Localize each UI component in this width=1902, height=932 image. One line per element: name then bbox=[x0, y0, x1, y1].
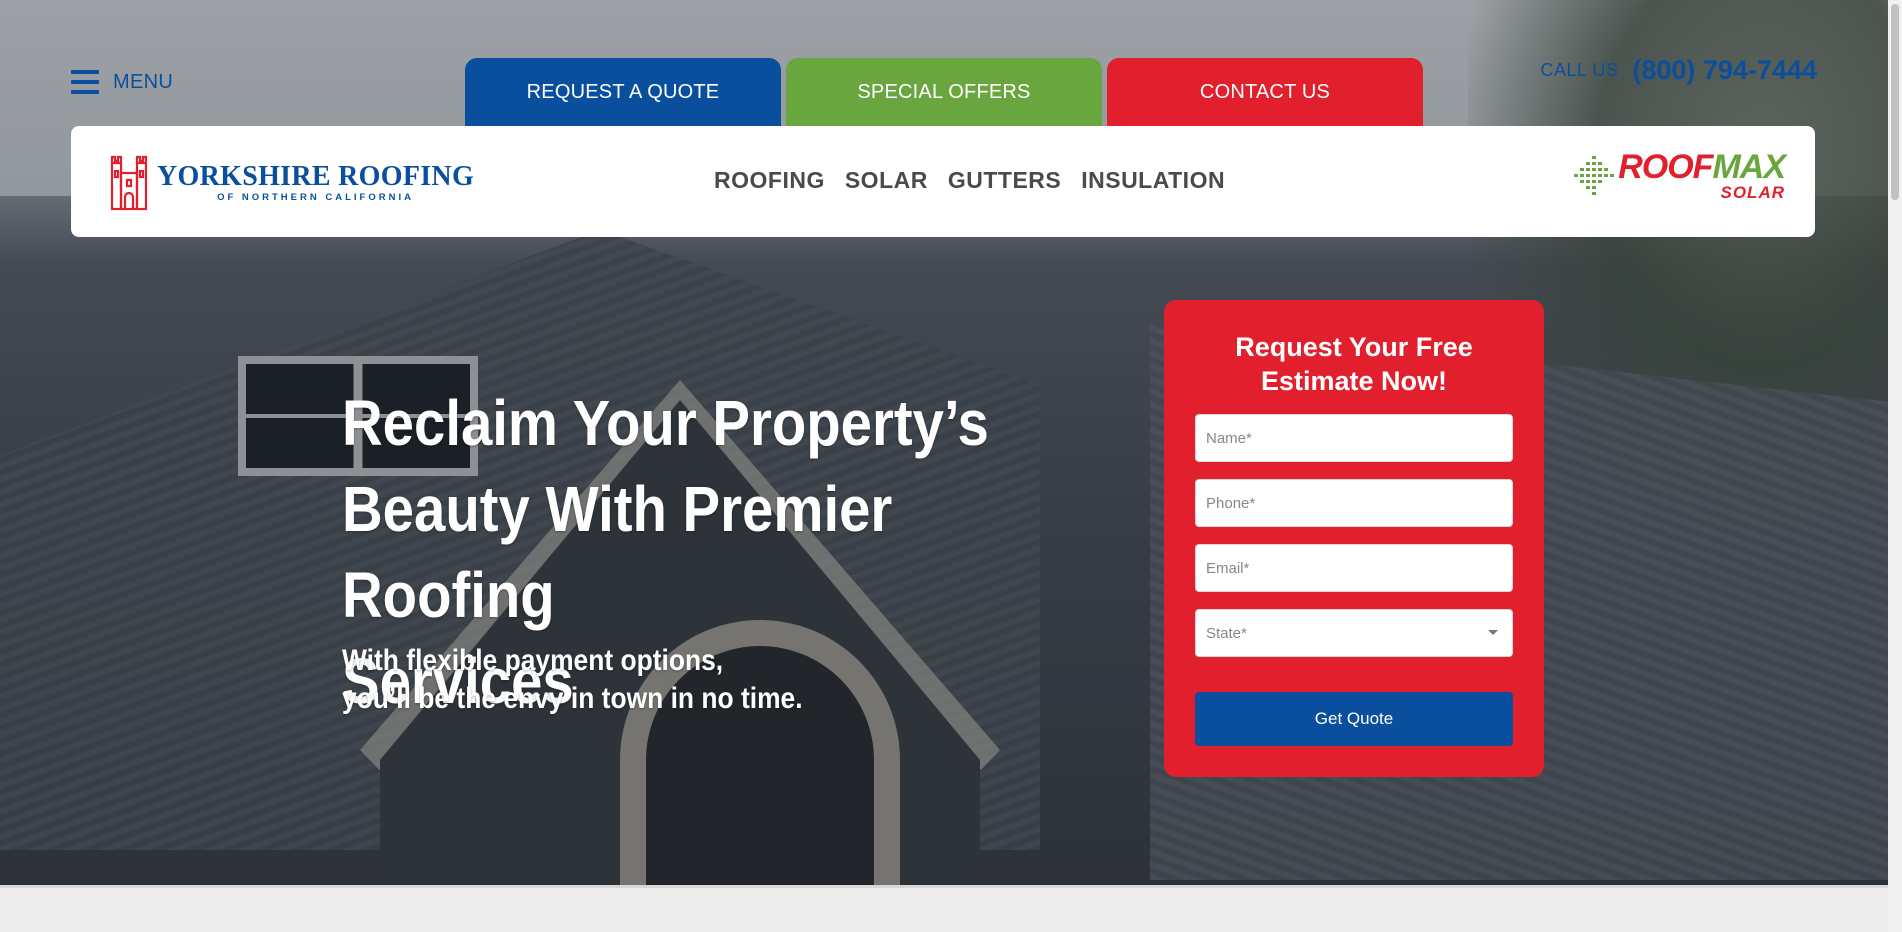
form-title-line-1: Request Your Free bbox=[1235, 332, 1473, 362]
name-field[interactable] bbox=[1195, 414, 1513, 462]
nav-solar[interactable]: SOLAR bbox=[845, 167, 928, 194]
roofmax-max-text: MAX bbox=[1712, 148, 1786, 186]
menu-label: MENU bbox=[113, 70, 174, 93]
roofmax-solar-text: SOLAR bbox=[1720, 183, 1785, 202]
top-tabs: REQUEST A QUOTE SPECIAL OFFERS CONTACT U… bbox=[465, 58, 1423, 126]
special-offers-tab[interactable]: SPECIAL OFFERS bbox=[786, 58, 1102, 126]
phone-link[interactable]: (800) 794-7444 bbox=[1632, 55, 1817, 86]
call-us-label: CALL US bbox=[1540, 60, 1619, 80]
roofmax-solar-logo[interactable]: ROOFMAX SOLAR bbox=[1572, 148, 1786, 202]
state-select-value: State* bbox=[1206, 624, 1247, 642]
nav-gutters[interactable]: GUTTERS bbox=[948, 167, 1061, 194]
hamburger-icon bbox=[71, 70, 99, 94]
form-title: Request Your Free Estimate Now! bbox=[1195, 330, 1513, 398]
subheadline-line-1: With flexible payment options, bbox=[342, 644, 724, 677]
page-scrollbar[interactable] bbox=[1888, 0, 1902, 932]
scrollbar-thumb[interactable] bbox=[1891, 4, 1899, 200]
roofmax-roof-text: ROOF bbox=[1618, 148, 1713, 186]
main-nav: ROOFING SOLAR GUTTERS INSULATION bbox=[714, 167, 1225, 194]
email-field[interactable] bbox=[1195, 544, 1513, 592]
phone-field[interactable] bbox=[1195, 479, 1513, 527]
form-title-line-2: Estimate Now! bbox=[1260, 366, 1448, 396]
castle-icon bbox=[110, 155, 148, 211]
logo-name: YORKSHIRE ROOFING bbox=[157, 160, 475, 192]
chevron-down-icon bbox=[1488, 630, 1498, 635]
nav-roofing[interactable]: ROOFING bbox=[714, 167, 825, 194]
call-us: CALL US (800) 794-7444 bbox=[1540, 55, 1817, 86]
subheadline-line-2: you’ll be the envy in town in no time. bbox=[342, 682, 803, 715]
hero-subheadline: With flexible payment options, you’ll be… bbox=[342, 642, 870, 718]
request-quote-tab[interactable]: REQUEST A QUOTE bbox=[465, 58, 781, 126]
next-section-edge bbox=[0, 885, 1888, 932]
yorkshire-roofing-logo[interactable]: YORKSHIRE ROOFING OF NORTHERN CALIFORNIA bbox=[109, 153, 474, 211]
get-quote-button[interactable]: Get Quote bbox=[1195, 692, 1513, 746]
logo-subtitle: OF NORTHERN CALIFORNIA bbox=[217, 191, 414, 203]
state-select[interactable]: State* bbox=[1195, 609, 1513, 657]
estimate-form: Request Your Free Estimate Now! State* G… bbox=[1164, 300, 1544, 777]
headline-line-2: Beauty With Premier Roofing bbox=[342, 473, 893, 631]
shingle-grid-icon bbox=[1574, 156, 1615, 195]
contact-us-tab[interactable]: CONTACT US bbox=[1107, 58, 1423, 126]
menu-button[interactable]: MENU bbox=[71, 70, 173, 94]
headline-line-1: Reclaim Your Property’s bbox=[342, 387, 989, 459]
site-header: YORKSHIRE ROOFING OF NORTHERN CALIFORNIA… bbox=[71, 126, 1815, 237]
nav-insulation[interactable]: INSULATION bbox=[1081, 167, 1225, 194]
